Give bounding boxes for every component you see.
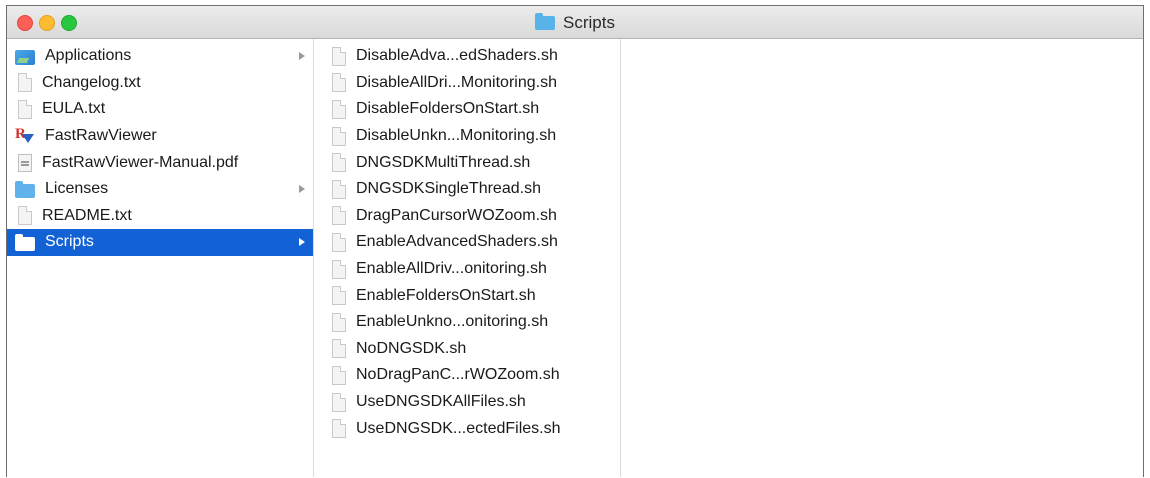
chevron-right-icon: [299, 238, 305, 247]
chevron-right-icon: [299, 185, 305, 194]
script-document-icon: [332, 286, 346, 306]
script-document-icon: [332, 232, 346, 252]
file-name: UseDNGSDK...ectedFiles.sh: [356, 419, 561, 437]
window-title: Scripts: [535, 13, 615, 33]
script-document-icon: [332, 259, 346, 279]
text-document-icon: [18, 73, 32, 93]
file-name: Applications: [45, 47, 132, 65]
column-root[interactable]: Applications Changelog.txt EULA.txt R FastRa…: [7, 39, 314, 477]
script-document-icon: [332, 339, 346, 359]
window-title-label: Scripts: [563, 13, 615, 32]
file-name: DNGSDKSingleThread.sh: [356, 180, 541, 198]
close-window-button[interactable]: [17, 15, 33, 31]
file-name: DisableUnkn...Monitoring.sh: [356, 127, 557, 145]
file-name: EnableAdvancedShaders.sh: [356, 233, 558, 251]
zoom-window-button[interactable]: [61, 15, 77, 31]
file-row[interactable]: FastRawViewer-Manual.pdf: [7, 149, 313, 176]
file-row[interactable]: DisableFoldersOnStart.sh: [314, 96, 620, 123]
script-document-icon: [332, 153, 346, 173]
folder-icon: [535, 13, 555, 30]
file-row[interactable]: Scripts: [7, 229, 313, 256]
file-name: UseDNGSDKAllFiles.sh: [356, 393, 526, 411]
folder-icon: [15, 180, 35, 198]
finder-window: Scripts Applications Changelog.txt EULA.tx…: [6, 5, 1144, 477]
file-list-scripts: DisableAdva...edShaders.sh DisableAllDri.…: [314, 39, 620, 442]
file-name: FastRawViewer: [45, 127, 157, 145]
script-document-icon: [332, 206, 346, 226]
file-name: EnableAllDriv...onitoring.sh: [356, 260, 547, 278]
file-name: NoDNGSDK.sh: [356, 339, 467, 357]
file-name: FastRawViewer-Manual.pdf: [42, 153, 239, 171]
file-row[interactable]: DisableAdva...edShaders.sh: [314, 43, 620, 70]
file-name: Changelog.txt: [42, 73, 141, 91]
file-name: NoDragPanC...rWOZoom.sh: [356, 366, 560, 384]
script-document-icon: [332, 99, 346, 119]
file-list-root: Applications Changelog.txt EULA.txt R FastRa…: [7, 39, 313, 256]
file-name: DNGSDKMultiThread.sh: [356, 153, 531, 171]
title-bar[interactable]: Scripts: [7, 6, 1143, 39]
file-row[interactable]: DNGSDKMultiThread.sh: [314, 149, 620, 176]
file-row[interactable]: NoDNGSDK.sh: [314, 336, 620, 363]
file-row[interactable]: NoDragPanC...rWOZoom.sh: [314, 362, 620, 389]
script-document-icon: [332, 312, 346, 332]
file-row[interactable]: EnableAdvancedShaders.sh: [314, 229, 620, 256]
file-name: DisableFoldersOnStart.sh: [356, 100, 540, 118]
script-document-icon: [332, 73, 346, 93]
column-browser: Applications Changelog.txt EULA.txt R FastRa…: [7, 39, 1143, 477]
file-row[interactable]: Changelog.txt: [7, 70, 313, 97]
file-row[interactable]: DNGSDKSingleThread.sh: [314, 176, 620, 203]
fastrawviewer-app-icon: R: [15, 126, 35, 146]
text-document-icon: [18, 206, 32, 226]
file-row[interactable]: DisableUnkn...Monitoring.sh: [314, 123, 620, 150]
pdf-document-icon: [18, 153, 32, 172]
file-row[interactable]: UseDNGSDK...ectedFiles.sh: [314, 415, 620, 442]
file-row[interactable]: EnableFoldersOnStart.sh: [314, 282, 620, 309]
script-document-icon: [332, 126, 346, 146]
file-row[interactable]: R FastRawViewer: [7, 123, 313, 150]
file-row[interactable]: Licenses: [7, 176, 313, 203]
minimize-window-button[interactable]: [39, 15, 55, 31]
text-document-icon: [18, 99, 32, 119]
file-row[interactable]: EnableAllDriv...onitoring.sh: [314, 256, 620, 283]
script-document-icon: [332, 46, 346, 66]
file-name: DisableAllDri...Monitoring.sh: [356, 73, 557, 91]
file-name: Licenses: [45, 180, 109, 198]
file-row[interactable]: UseDNGSDKAllFiles.sh: [314, 389, 620, 416]
column-empty[interactable]: [621, 39, 1143, 477]
chevron-right-icon: [299, 52, 305, 61]
script-document-icon: [332, 392, 346, 412]
file-name: README.txt: [42, 206, 132, 224]
file-row[interactable]: Applications: [7, 43, 313, 70]
applications-folder-icon: [15, 50, 35, 66]
file-row[interactable]: README.txt: [7, 203, 313, 230]
file-row[interactable]: DisableAllDri...Monitoring.sh: [314, 70, 620, 97]
file-row[interactable]: EnableUnkno...onitoring.sh: [314, 309, 620, 336]
file-name: EULA.txt: [42, 100, 106, 118]
column-scripts[interactable]: DisableAdva...edShaders.sh DisableAllDri.…: [314, 39, 621, 477]
script-document-icon: [332, 179, 346, 199]
file-row[interactable]: DragPanCursorWOZoom.sh: [314, 203, 620, 230]
file-name: DragPanCursorWOZoom.sh: [356, 206, 557, 224]
file-name: EnableFoldersOnStart.sh: [356, 286, 536, 304]
file-name: Scripts: [45, 233, 94, 251]
file-name: DisableAdva...edShaders.sh: [356, 47, 558, 65]
file-row[interactable]: EULA.txt: [7, 96, 313, 123]
script-document-icon: [332, 365, 346, 385]
folder-icon: [15, 233, 35, 251]
file-name: EnableUnkno...onitoring.sh: [356, 313, 549, 331]
script-document-icon: [332, 419, 346, 439]
